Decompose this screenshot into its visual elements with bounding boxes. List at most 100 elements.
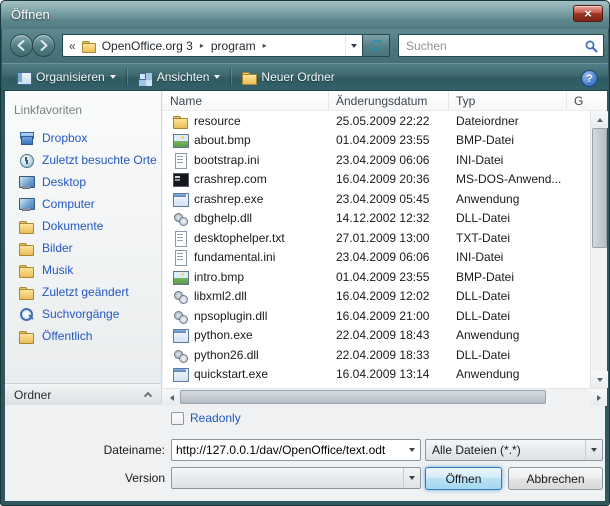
file-name: npsoplugin.dll <box>194 309 329 323</box>
refresh-icon <box>369 38 384 53</box>
open-button[interactable]: Öffnen <box>425 467 502 490</box>
cancel-button[interactable]: Abbrechen <box>508 467 603 490</box>
horizontal-scrollbar[interactable] <box>163 388 607 405</box>
file-list: Name Änderungsdatum Typ G resource25.05.… <box>163 91 607 405</box>
file-modified-date: 23.04.2009 05:45 <box>329 192 449 206</box>
folder-icon <box>81 39 96 53</box>
version-dropdown-button[interactable] <box>403 468 420 488</box>
titlebar[interactable]: Öffnen × <box>1 1 609 29</box>
column-label: G <box>574 94 583 108</box>
file-row-bootstrap-ini[interactable]: bootstrap.ini23.04.2009 06:06INI-Datei <box>163 150 590 170</box>
file-row-quickstart-exe[interactable]: quickstart.exe16.04.2009 13:14Anwendung <box>163 365 590 385</box>
column-label: Typ <box>456 94 475 108</box>
address-breadcrumb: « OpenOffice.org 3 ▸ program ▸ <box>62 34 362 57</box>
sidebar-item-dokumente[interactable]: Dokumente <box>5 215 161 237</box>
open-file-dialog: Öffnen × « OpenOffice.org 3 ▸ program ▸ <box>0 0 610 506</box>
msdos-icon <box>172 171 188 187</box>
new-folder-button[interactable]: Neuer Ordner <box>233 66 342 88</box>
back-button[interactable] <box>10 34 33 57</box>
file-name: fundamental.ini <box>194 250 329 264</box>
sidebar-item-suchvorgänge[interactable]: Suchvorgänge <box>5 303 161 325</box>
folder-icon <box>172 113 188 129</box>
column-header-name[interactable]: Name <box>163 91 329 110</box>
filetype-combobox[interactable]: Alle Dateien (*.*) <box>425 439 603 461</box>
organize-button[interactable]: Organisieren <box>8 66 124 88</box>
sidebar-item-zuletzt-besuchte-orte[interactable]: Zuletzt besuchte Orte <box>5 149 161 171</box>
command-toolbar: Organisieren Ansichten Neuer Ordner ? <box>2 63 608 91</box>
breadcrumb-overflow-chevron[interactable]: « <box>63 39 79 53</box>
sidebar-item-zuletzt-geändert[interactable]: Zuletzt geändert <box>5 281 161 303</box>
forward-arrow-icon <box>37 39 50 52</box>
search-input[interactable] <box>399 39 579 53</box>
file-row-about-bmp[interactable]: about.bmp01.04.2009 23:55BMP-Datei <box>163 131 590 151</box>
sidebar-item-label: Computer <box>42 197 95 211</box>
breadcrumb-item-program[interactable]: program <box>207 39 260 53</box>
column-headers: Name Änderungsdatum Typ G <box>163 91 607 111</box>
file-row-npsoplugin-dll[interactable]: npsoplugin.dll16.04.2009 21:00DLL-Datei <box>163 306 590 326</box>
file-row-desktophelper-txt[interactable]: desktophelper.txt27.01.2009 13:00TXT-Dat… <box>163 228 590 248</box>
sidebar-item-label: Suchvorgänge <box>42 307 119 321</box>
sidebar-item-bilder[interactable]: Bilder <box>5 237 161 259</box>
file-row-fundamental-ini[interactable]: fundamental.ini23.04.2009 06:06INI-Datei <box>163 248 590 268</box>
views-button[interactable]: Ansichten <box>129 66 229 88</box>
vertical-scrollbar[interactable] <box>590 111 607 388</box>
sidebar-item-öffentlich[interactable]: Öffentlich <box>5 325 161 347</box>
address-dropdown-button[interactable] <box>345 35 362 56</box>
sidebar-item-computer[interactable]: Computer <box>5 193 161 215</box>
filename-dropdown-button[interactable] <box>403 440 420 460</box>
sidebar-item-musik[interactable]: Musik <box>5 259 161 281</box>
scroll-up-button[interactable] <box>591 111 608 128</box>
breadcrumb-item-openoffice[interactable]: OpenOffice.org 3 <box>98 39 197 53</box>
file-row-intro-bmp[interactable]: intro.bmp01.04.2009 23:55BMP-Datei <box>163 267 590 287</box>
file-row-dbghelp-dll[interactable]: dbghelp.dll14.12.2002 12:32DLL-Datei <box>163 209 590 229</box>
close-button[interactable]: × <box>573 5 603 22</box>
column-label: Änderungsdatum <box>336 94 427 108</box>
sidebar-item-label: Zuletzt geändert <box>42 285 129 299</box>
sidebar-item-desktop[interactable]: Desktop <box>5 171 161 193</box>
filename-input[interactable] <box>172 443 403 457</box>
horizontal-scroll-thumb[interactable] <box>180 390 546 404</box>
file-row-python26-dll[interactable]: python26.dll22.04.2009 18:33DLL-Datei <box>163 345 590 365</box>
file-type: BMP-Datei <box>449 270 567 284</box>
file-row-python-exe[interactable]: python.exe22.04.2009 18:43Anwendung <box>163 326 590 346</box>
file-type: DLL-Datei <box>449 348 567 362</box>
readonly-checkbox[interactable] <box>171 412 184 425</box>
folders-expander[interactable]: Ordner <box>5 383 161 405</box>
image-icon <box>172 269 188 285</box>
file-type: Anwendung <box>449 328 567 342</box>
sidebar-item-dropbox[interactable]: Dropbox <box>5 127 161 149</box>
version-combobox[interactable] <box>171 467 421 489</box>
scroll-left-button[interactable] <box>163 389 180 406</box>
file-modified-date: 16.04.2009 13:14 <box>329 367 449 381</box>
chevron-down-icon <box>409 448 415 452</box>
scroll-right-button[interactable] <box>590 389 607 406</box>
file-row-libxml2-dll[interactable]: libxml2.dll16.04.2009 12:02DLL-Datei <box>163 287 590 307</box>
chevron-down-icon <box>591 448 597 452</box>
search-icon[interactable] <box>579 39 603 53</box>
library-icon <box>172 347 188 363</box>
recently-changed-icon <box>18 284 34 300</box>
forward-button[interactable] <box>32 34 55 57</box>
column-header-date[interactable]: Änderungsdatum <box>329 91 449 110</box>
file-rows: resource25.05.2009 22:22Dateiordnerabout… <box>163 111 590 388</box>
file-row-resource[interactable]: resource25.05.2009 22:22Dateiordner <box>163 111 590 131</box>
recent-places-icon <box>18 152 34 168</box>
searches-icon <box>18 306 34 322</box>
column-header-size[interactable]: G <box>567 91 607 110</box>
filetype-dropdown-button[interactable] <box>585 440 602 460</box>
file-row-crashrep-exe[interactable]: crashrep.exe23.04.2009 05:45Anwendung <box>163 189 590 209</box>
file-name: about.bmp <box>194 133 329 147</box>
scroll-down-button[interactable] <box>591 371 608 388</box>
file-modified-date: 16.04.2009 21:00 <box>329 309 449 323</box>
vertical-scroll-thumb[interactable] <box>592 128 607 248</box>
column-header-type[interactable]: Typ <box>449 91 567 110</box>
file-name: desktophelper.txt <box>194 231 329 245</box>
sidebar-item-label: Musik <box>42 263 73 277</box>
filename-combobox <box>171 439 421 461</box>
refresh-button[interactable] <box>362 34 390 57</box>
triangle-right-icon <box>597 395 601 401</box>
file-row-crashrep-com[interactable]: crashrep.com16.04.2009 20:36MS-DOS-Anwen… <box>163 170 590 190</box>
help-button[interactable]: ? <box>581 70 598 87</box>
search-box <box>398 34 604 57</box>
music-icon <box>18 262 34 278</box>
